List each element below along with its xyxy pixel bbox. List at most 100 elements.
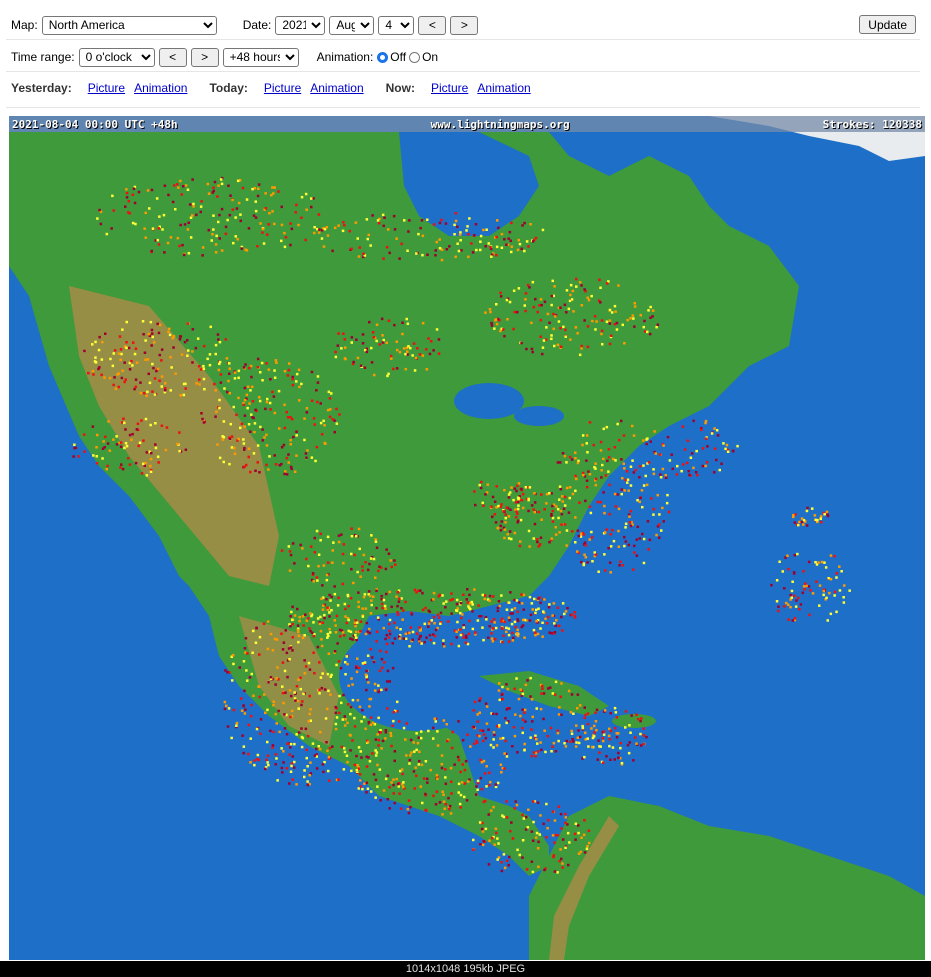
strike-dot	[551, 614, 554, 617]
time-next-button[interactable]: >	[190, 47, 219, 67]
strike-dot	[500, 246, 504, 249]
strike-dot	[274, 359, 278, 362]
strike-dot	[344, 661, 347, 664]
time-start-select[interactable]: 0 o'clock	[78, 47, 155, 67]
strike-dot	[315, 529, 319, 533]
strike-dot	[463, 768, 467, 772]
strike-dot	[599, 286, 602, 289]
date-prev-button[interactable]: <	[418, 15, 447, 35]
strike-dot	[401, 618, 404, 621]
strike-dot	[283, 426, 287, 430]
strike-dot	[187, 252, 191, 255]
strike-dot	[525, 815, 528, 819]
strike-dot	[243, 414, 247, 417]
strike-dot	[564, 745, 568, 748]
strike-dot	[163, 389, 167, 392]
strike-dot	[848, 589, 851, 592]
strike-dot	[117, 385, 121, 389]
strike-dot	[724, 447, 727, 451]
now-animation-link[interactable]: Animation	[477, 81, 530, 95]
strike-dot	[273, 222, 276, 226]
today-animation-link[interactable]: Animation	[310, 81, 363, 95]
strike-dot	[489, 743, 493, 747]
strike-dot	[331, 561, 334, 564]
strike-dot	[605, 528, 608, 531]
strike-dot	[528, 595, 532, 599]
strike-dot	[424, 760, 428, 763]
yesterday-picture-link[interactable]: Picture	[88, 81, 125, 95]
strike-dot	[607, 470, 610, 473]
strike-dot	[366, 237, 369, 241]
strike-dot	[392, 710, 396, 714]
update-button[interactable]: Update	[859, 15, 916, 34]
strike-dot	[356, 764, 359, 767]
strike-dot	[323, 424, 326, 427]
strike-dot	[247, 723, 251, 727]
strike-dot	[382, 598, 386, 602]
date-next-button[interactable]: >	[450, 15, 479, 35]
strike-dot	[310, 370, 314, 374]
strike-dot	[388, 622, 391, 626]
strike-dot	[468, 217, 471, 220]
strike-dot	[134, 222, 137, 226]
strike-dot	[410, 613, 414, 616]
strike-dot	[537, 840, 540, 844]
strike-dot	[608, 512, 611, 516]
strike-dot	[451, 598, 455, 601]
strike-dot	[840, 570, 843, 573]
strike-dot	[241, 186, 245, 190]
strike-dot	[325, 226, 328, 229]
strike-dot	[280, 205, 283, 209]
strike-dot	[162, 213, 166, 217]
strike-dot	[548, 603, 551, 606]
strike-dot	[552, 602, 556, 605]
strike-dot	[254, 641, 258, 644]
strike-dot	[594, 462, 597, 465]
year-select[interactable]: 2021	[275, 15, 326, 35]
strike-dot	[398, 350, 402, 354]
strike-dot	[160, 375, 164, 378]
strike-dot	[489, 809, 493, 812]
now-picture-link[interactable]: Picture	[431, 81, 468, 95]
strike-dot	[145, 451, 149, 454]
strike-dot	[286, 742, 289, 746]
strike-dot	[445, 248, 449, 251]
strike-dot	[154, 446, 158, 450]
strike-dot	[609, 533, 612, 536]
strike-dot	[364, 607, 368, 610]
strike-dot	[600, 476, 603, 479]
strike-dot	[546, 734, 549, 738]
day-select[interactable]: 4	[378, 15, 415, 35]
strike-dot	[275, 757, 278, 760]
map-select[interactable]: North America	[41, 15, 217, 35]
strike-dot	[278, 427, 281, 430]
time-prev-button[interactable]: <	[158, 47, 187, 67]
strike-dot	[515, 510, 518, 513]
strike-dot	[377, 569, 380, 573]
strike-dot	[487, 728, 490, 731]
animation-on-radio[interactable]: On	[409, 50, 438, 64]
strike-dot	[430, 619, 433, 622]
strike-dot	[499, 737, 502, 740]
strike-dot	[218, 237, 221, 240]
strike-dot	[120, 352, 123, 356]
strike-dot	[377, 221, 381, 225]
strike-dot	[183, 253, 186, 257]
today-picture-link[interactable]: Picture	[264, 81, 301, 95]
strike-dot	[280, 223, 284, 227]
strike-dot	[306, 783, 310, 787]
strike-dot	[493, 327, 496, 330]
strike-dot	[536, 750, 540, 753]
duration-select[interactable]: +48 hours	[222, 47, 299, 67]
strike-dot	[317, 553, 321, 556]
strike-dot	[390, 357, 393, 360]
month-select[interactable]: Aug	[329, 15, 375, 35]
strike-dot	[501, 640, 504, 644]
strike-dot	[303, 659, 306, 662]
yesterday-animation-link[interactable]: Animation	[134, 81, 187, 95]
strike-dot	[654, 452, 657, 455]
strike-dot	[588, 421, 592, 424]
strike-dot	[608, 744, 611, 748]
animation-off-radio[interactable]: Off	[377, 50, 406, 64]
strike-dot	[413, 750, 416, 753]
